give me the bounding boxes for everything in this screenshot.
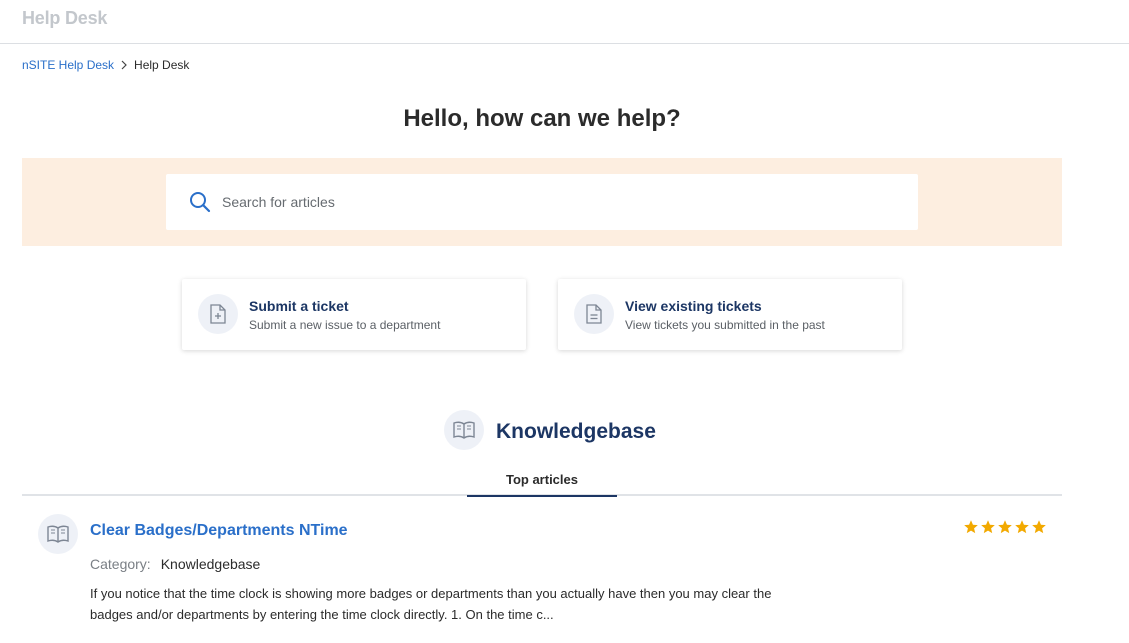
view-tickets-subtitle: View tickets you submitted in the past bbox=[625, 318, 825, 332]
article-book-icon bbox=[38, 514, 78, 554]
search-icon[interactable] bbox=[188, 190, 212, 214]
tab-top-articles-label: Top articles bbox=[505, 472, 578, 487]
star-icon bbox=[1032, 520, 1046, 534]
article-excerpt: If you notice that the time clock is sho… bbox=[90, 586, 772, 622]
submit-ticket-subtitle: Submit a new issue to a department bbox=[249, 318, 441, 332]
star-icon bbox=[1015, 520, 1029, 534]
file-text-icon bbox=[574, 294, 614, 334]
category-label: Category: bbox=[90, 556, 151, 572]
article-category: Category: Knowledgebase bbox=[90, 556, 260, 572]
top-bar: Help Desk bbox=[0, 0, 1129, 44]
submit-ticket-title: Submit a ticket bbox=[249, 298, 349, 314]
star-icon bbox=[981, 520, 995, 534]
article-title-link[interactable]: Clear Badges/Departments NTime bbox=[90, 522, 348, 540]
view-tickets-title: View existing tickets bbox=[625, 298, 762, 314]
page-title: Hello, how can we help? bbox=[403, 105, 681, 132]
breadcrumb-root-link[interactable]: nSITE Help Desk bbox=[22, 58, 114, 72]
breadcrumb: nSITE Help Desk Help Desk bbox=[22, 58, 189, 72]
breadcrumb-current: Help Desk bbox=[134, 58, 190, 72]
view-tickets-card[interactable]: View existing tickets View tickets you s… bbox=[558, 279, 902, 350]
tab-active-indicator bbox=[467, 495, 617, 497]
search-box[interactable] bbox=[166, 174, 918, 230]
open-book-icon bbox=[444, 410, 484, 450]
search-input[interactable] bbox=[222, 184, 902, 220]
search-banner bbox=[22, 158, 1062, 246]
app-title: Help Desk bbox=[22, 8, 108, 28]
tab-top-articles[interactable]: Top articles bbox=[467, 468, 617, 497]
chevron-right-icon bbox=[118, 59, 130, 71]
star-icon bbox=[998, 520, 1012, 534]
category-value: Knowledgebase bbox=[160, 556, 261, 572]
submit-ticket-card[interactable]: Submit a ticket Submit a new issue to a … bbox=[182, 279, 526, 350]
star-icon bbox=[964, 520, 978, 534]
star-rating bbox=[963, 519, 1047, 535]
file-plus-icon bbox=[198, 294, 238, 334]
knowledgebase-title: Knowledgebase bbox=[496, 420, 656, 443]
